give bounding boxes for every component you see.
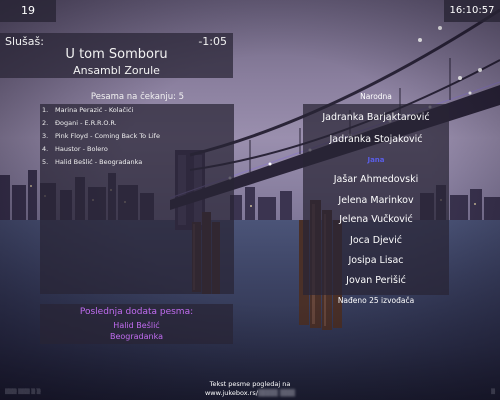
artist-item[interactable]: Josipa Lisac xyxy=(303,255,449,266)
queue-item-text: Marina Perazić - Kolačići xyxy=(55,106,134,114)
artist-item[interactable]: Jašar Ahmedovski xyxy=(303,174,449,185)
artist-item-selected[interactable]: Jana xyxy=(303,156,449,164)
queue-item[interactable]: 1. Marina Perazić - Kolačići xyxy=(42,106,133,114)
queue-item[interactable]: 5. Halid Bešlić - Beogradanka xyxy=(42,158,142,166)
queue-item-text: Halid Bešlić - Beogradanka xyxy=(55,158,143,166)
queue-list: 1. Marina Perazić - Kolačići 2. Đogani - E… xyxy=(40,104,234,294)
queue-item-text: Đogani - E.R.R.O.R. xyxy=(55,119,117,127)
artist-list: Jadranka Barjaktarović Jadranka Stojakov… xyxy=(303,104,449,295)
volume-indicator: 19 xyxy=(0,0,56,22)
queue-heading: Pesama na čekanju: 5 xyxy=(90,92,185,102)
artist-item[interactable]: Jadranka Stojaković xyxy=(303,134,449,145)
artist-item[interactable]: Joca Djević xyxy=(303,235,449,246)
lyrics-hint: Tekst pesme pogledaj na www.jukebox.rs/▒… xyxy=(190,380,310,398)
queue-item-number: 5. xyxy=(42,158,49,166)
artist-item[interactable]: Jelena Marinkov xyxy=(303,195,449,206)
queue-item-number: 1. xyxy=(42,106,49,114)
lyrics-hint-url: www.jukebox.rs/ xyxy=(204,389,258,397)
queue-item-number: 2. xyxy=(42,119,49,127)
artist-count: Nađeno 25 izvođača xyxy=(337,296,415,305)
queue-item[interactable]: 2. Đogani - E.R.R.O.R. xyxy=(42,119,117,127)
now-playing-panel: Slušaš: -1:05 U tom Somboru Ansambl Zoru… xyxy=(0,33,233,78)
last-added-title: Beogradanka xyxy=(109,332,164,341)
queue-item[interactable]: 3. Pink Floyd - Coming Back To Life xyxy=(42,132,160,140)
queue-item-number: 4. xyxy=(42,145,49,153)
last-added-heading: Poslednja dodata pesma: xyxy=(79,307,194,317)
corner-mark: ▒ xyxy=(491,389,495,395)
clock-time: 16:10:57 xyxy=(449,5,495,16)
artist-item[interactable]: Jelena Vučković xyxy=(303,214,449,225)
now-playing-artist: Ansambl Zorule xyxy=(73,64,160,77)
last-added-panel: Poslednja dodata pesma: Halid Bešlić Beo… xyxy=(40,304,233,344)
queue-item-number: 3. xyxy=(42,132,49,140)
ip-address-blurred: ▒▒▒ ▒▒▒ ▒ ▒ xyxy=(5,389,41,395)
last-added-artist: Halid Bešlić xyxy=(113,321,160,330)
queue-item-text: Pink Floyd - Coming Back To Life xyxy=(55,132,160,140)
clock: 16:10:57 xyxy=(444,0,500,22)
volume-value: 19 xyxy=(21,4,35,17)
artist-item[interactable]: Jadranka Barjaktarović xyxy=(303,112,449,123)
genre-label: Narodna xyxy=(360,92,392,101)
blurred-url-part: ▒▒▒▒ ▒▒▒ xyxy=(257,389,295,397)
lyrics-hint-line1: Tekst pesme pogledaj na xyxy=(209,380,291,388)
queue-item-text: Haustor - Bolero xyxy=(55,145,108,153)
queue-item[interactable]: 4. Haustor - Bolero xyxy=(42,145,108,153)
now-playing-title: U tom Somboru xyxy=(65,47,168,62)
artist-item[interactable]: Jovan Perišić xyxy=(303,275,449,286)
